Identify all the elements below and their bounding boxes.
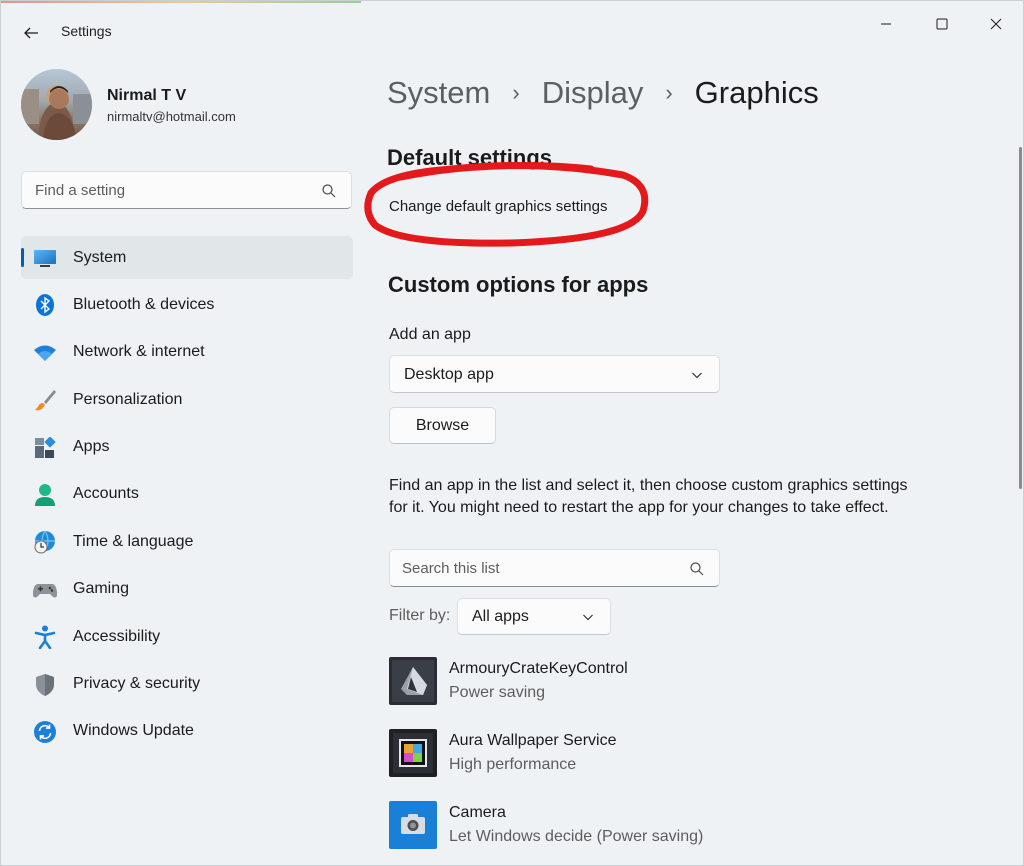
- title-bar: Settings: [1, 1, 1023, 61]
- profile-email: nirmaltv@hotmail.com: [107, 109, 236, 124]
- close-icon: [990, 18, 1002, 30]
- sidebar-item-label: Network & internet: [73, 343, 205, 361]
- help-text: Find an app in the list and select it, t…: [389, 477, 908, 516]
- wifi-icon: [33, 341, 57, 365]
- default-settings-heading: Default settings: [387, 145, 553, 170]
- sidebar-item-label: Privacy & security: [73, 675, 201, 693]
- browse-button[interactable]: Browse: [389, 407, 496, 444]
- custom-options-heading: Custom options for apps: [388, 272, 649, 297]
- sidebar-item-label: Personalization: [73, 390, 183, 408]
- gamepad-icon: [33, 578, 57, 602]
- search-placeholder: Find a setting: [35, 182, 126, 199]
- breadcrumb-system[interactable]: System: [387, 75, 490, 111]
- camera-icon: [389, 801, 437, 849]
- minimize-button[interactable]: [863, 9, 909, 39]
- maximize-button[interactable]: [919, 9, 965, 39]
- shield-icon: [33, 673, 57, 697]
- sidebar-item-network[interactable]: Network & internet: [21, 331, 353, 374]
- app-graphics-setting: Power saving: [449, 684, 546, 701]
- sidebar-item-bluetooth[interactable]: Bluetooth & devices: [21, 283, 353, 326]
- accessibility-icon: [33, 625, 57, 650]
- globe-clock-icon: [33, 530, 57, 554]
- aura-wallpaper-icon: [389, 729, 437, 777]
- sidebar-item-label: Bluetooth & devices: [73, 295, 215, 313]
- sidebar-item-privacy-security[interactable]: Privacy & security: [21, 663, 353, 706]
- sidebar-item-label: System: [73, 248, 127, 266]
- app-type-value: Desktop app: [404, 366, 494, 383]
- apps-icon: [33, 436, 57, 460]
- avatar[interactable]: [21, 69, 92, 140]
- sidebar-item-label: Apps: [73, 438, 110, 456]
- search-icon: [690, 562, 704, 576]
- filter-value: All apps: [472, 608, 529, 625]
- sidebar-item-label: Accessibility: [73, 627, 161, 645]
- sidebar-item-system[interactable]: System: [21, 236, 353, 279]
- breadcrumb-display[interactable]: Display: [542, 75, 644, 111]
- armoury-crate-icon: [389, 657, 437, 705]
- change-default-graphics-link[interactable]: Change default graphics settings: [389, 198, 607, 215]
- chevron-right-icon: ›: [512, 80, 520, 105]
- breadcrumb: System › Display › Graphics: [387, 71, 819, 115]
- sidebar-item-label: Time & language: [73, 532, 194, 550]
- app-list-item[interactable]: Aura Wallpaper Service High performance: [389, 729, 909, 779]
- filter-label: Filter by:: [389, 607, 451, 624]
- chevron-down-icon: [692, 372, 702, 379]
- app-list-item[interactable]: ArmouryCrateKeyControl Power saving: [389, 657, 909, 707]
- maximize-icon: [936, 18, 948, 30]
- chevron-down-icon: [583, 614, 593, 621]
- app-type-dropdown[interactable]: Desktop app: [389, 355, 720, 393]
- filter-dropdown[interactable]: All apps: [457, 598, 611, 635]
- app-name: Aura Wallpaper Service: [449, 732, 617, 749]
- app-name: Camera: [449, 804, 506, 821]
- sidebar-item-personalization[interactable]: Personalization: [21, 378, 353, 421]
- app-list-item[interactable]: Camera Let Windows decide (Power saving): [389, 801, 909, 851]
- app-title: Settings: [61, 23, 112, 39]
- sidebar-item-label: Windows Update: [73, 722, 194, 740]
- settings-window: Settings Nirmal T V nirmaltv@hotmail.com…: [0, 0, 1024, 866]
- sidebar-item-windows-update[interactable]: Windows Update: [21, 710, 353, 753]
- sidebar-nav: System Bluetooth & devices Network & int…: [21, 236, 353, 757]
- person-icon: [33, 483, 57, 507]
- search-list-input[interactable]: Search this list: [389, 549, 720, 587]
- back-arrow-icon: [24, 27, 38, 39]
- sidebar-item-apps[interactable]: Apps: [21, 426, 353, 469]
- add-app-label: Add an app: [389, 326, 471, 343]
- sidebar-item-accounts[interactable]: Accounts: [21, 473, 353, 516]
- update-icon: [33, 720, 57, 744]
- monitor-icon: [33, 246, 57, 270]
- scrollbar[interactable]: [1019, 147, 1022, 489]
- back-button[interactable]: [19, 21, 43, 45]
- app-graphics-setting: Let Windows decide (Power saving): [449, 828, 704, 845]
- sidebar-item-label: Gaming: [73, 580, 130, 598]
- find-setting-search[interactable]: Find a setting: [21, 171, 352, 209]
- page-title: Graphics: [694, 75, 819, 110]
- sidebar-item-accessibility[interactable]: Accessibility: [21, 615, 353, 658]
- brush-icon: [33, 388, 57, 412]
- search-list-placeholder: Search this list: [402, 560, 500, 577]
- chevron-right-icon: ›: [665, 80, 673, 105]
- user-profile: Nirmal T V nirmaltv@hotmail.com: [21, 69, 351, 141]
- sidebar-item-label: Accounts: [73, 485, 139, 503]
- minimize-icon: [881, 23, 891, 25]
- bluetooth-icon: [33, 293, 57, 317]
- sidebar-item-gaming[interactable]: Gaming: [21, 568, 353, 611]
- sidebar-item-time-language[interactable]: Time & language: [21, 520, 353, 563]
- app-name: ArmouryCrateKeyControl: [449, 660, 628, 677]
- app-graphics-setting: High performance: [449, 756, 577, 773]
- close-button[interactable]: [973, 9, 1019, 39]
- search-icon: [322, 184, 336, 198]
- profile-name: Nirmal T V: [107, 87, 187, 104]
